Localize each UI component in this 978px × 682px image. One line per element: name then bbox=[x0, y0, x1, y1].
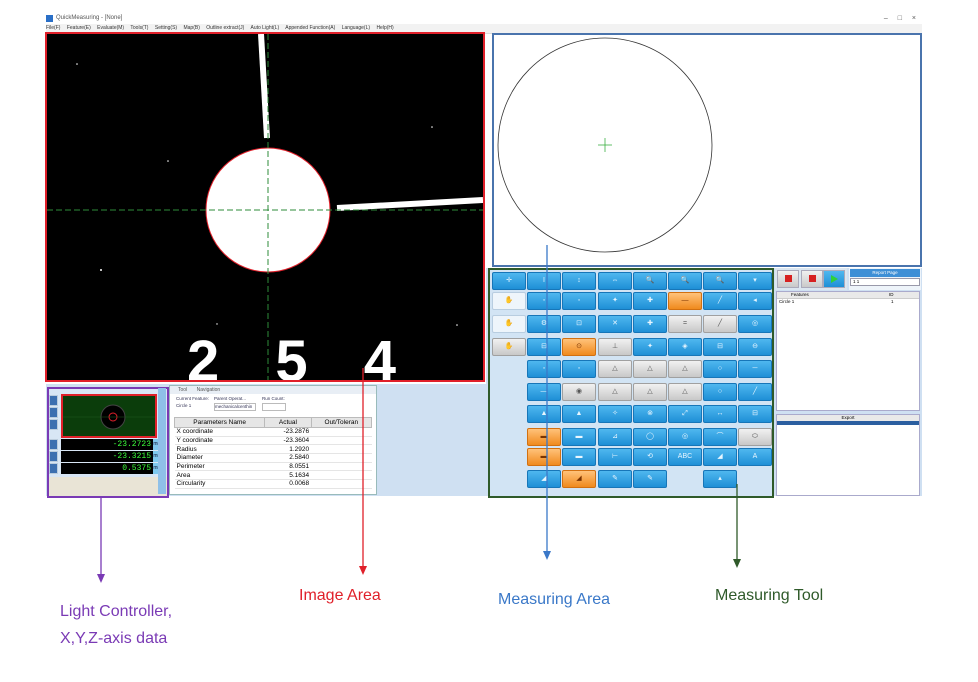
annotation-measuring-area: Measuring Area bbox=[498, 591, 611, 608]
annotation-image-area: Image Area bbox=[299, 587, 381, 604]
annotation-light-controller: Light Controller, X,Y,Z-axis data bbox=[60, 598, 172, 652]
annotation-measuring-tool: Measuring Tool bbox=[715, 587, 824, 604]
annotation-light-line1: Light Controller, bbox=[60, 603, 173, 620]
annotation-arrows bbox=[97, 245, 741, 583]
annotation-light-line2: X,Y,Z-axis data bbox=[60, 630, 168, 647]
